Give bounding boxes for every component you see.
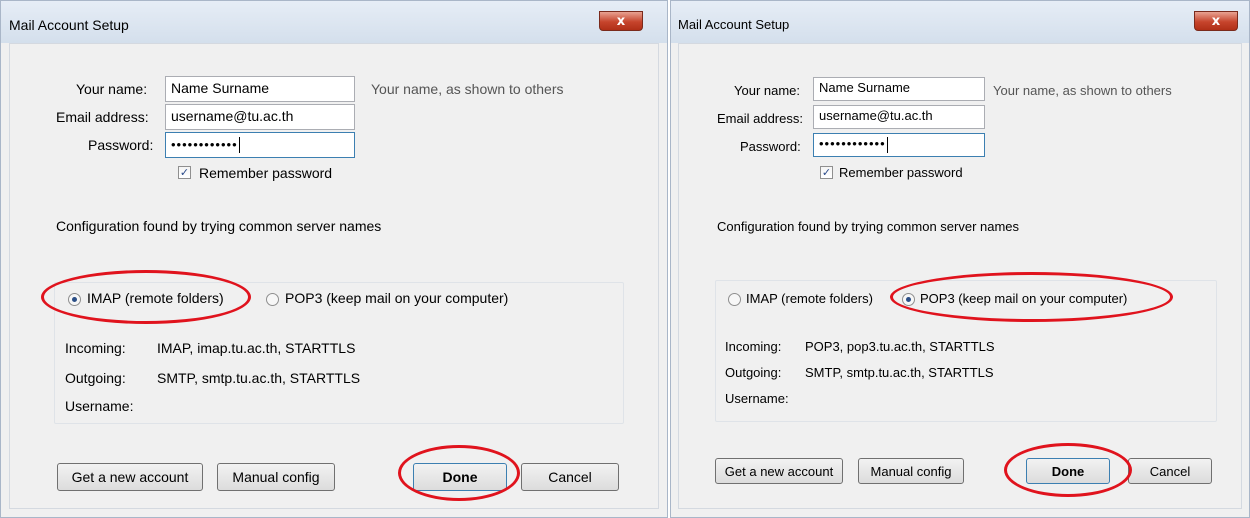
email-address-input[interactable]: username@tu.ac.th [165,104,355,130]
done-button[interactable]: Done [413,463,507,491]
remember-password-label: Remember password [199,165,333,181]
password-value: •••••••••••• [819,136,886,151]
text-caret [886,136,888,153]
username-label: Username: [725,391,789,406]
mail-account-setup-window-left: Mail Account Setup x Your name: Name Sur… [0,0,668,518]
your-name-label: Your name: [76,81,148,97]
incoming-label: Incoming: [65,340,126,356]
outgoing-value: SMTP, smtp.tu.ac.th, STARTTLS [805,365,994,380]
username-label: Username: [65,398,134,414]
imap-radio[interactable] [728,293,741,306]
incoming-value: POP3, pop3.tu.ac.th, STARTTLS [805,339,995,354]
close-icon: x [616,13,626,29]
outgoing-label: Outgoing: [65,370,126,386]
mail-account-setup-window-right: Mail Account Setup x Your name: Name Sur… [670,0,1250,518]
title-bar: Mail Account Setup x [1,1,667,43]
window-title: Mail Account Setup [9,17,129,33]
email-address-label: Email address: [717,111,803,126]
configuration-status: Configuration found by trying common ser… [717,219,1020,234]
your-name-input[interactable]: Name Surname [165,76,355,102]
pop3-radio-label[interactable]: POP3 (keep mail on your computer) [285,290,508,306]
pop3-radio[interactable] [266,293,279,306]
remember-password-checkbox[interactable]: ✓ [178,166,191,179]
pop3-radio[interactable] [902,293,915,306]
email-address-label: Email address: [56,109,149,125]
your-name-hint: Your name, as shown to others [993,83,1172,98]
close-button[interactable]: x [599,11,643,31]
incoming-label: Incoming: [725,339,782,354]
configuration-status: Configuration found by trying common ser… [56,218,382,234]
cancel-button[interactable]: Cancel [521,463,619,491]
get-new-account-button[interactable]: Get a new account [57,463,203,491]
cancel-button[interactable]: Cancel [1128,458,1212,484]
checkmark-icon: ✓ [821,166,832,179]
title-bar: Mail Account Setup x [671,1,1249,43]
password-input[interactable]: •••••••••••• [813,133,985,157]
imap-radio-label[interactable]: IMAP (remote folders) [746,291,873,306]
password-value: •••••••••••• [171,137,238,152]
remember-password-checkbox[interactable]: ✓ [820,166,833,179]
your-name-hint: Your name, as shown to others [371,81,564,97]
incoming-value: IMAP, imap.tu.ac.th, STARTTLS [157,340,356,356]
password-input[interactable]: •••••••••••• [165,132,355,158]
remember-password-label: Remember password [839,165,963,180]
email-address-input[interactable]: username@tu.ac.th [813,105,985,129]
your-name-label: Your name: [734,83,801,98]
close-button[interactable]: x [1194,11,1238,31]
window-title: Mail Account Setup [678,17,790,32]
pop3-radio-label[interactable]: POP3 (keep mail on your computer) [920,291,1127,306]
outgoing-value: SMTP, smtp.tu.ac.th, STARTTLS [157,370,361,386]
manual-config-button[interactable]: Manual config [217,463,335,491]
imap-radio[interactable] [68,293,81,306]
get-new-account-button[interactable]: Get a new account [715,458,843,484]
text-caret [238,137,240,154]
password-label: Password: [88,137,154,153]
outgoing-label: Outgoing: [725,365,782,380]
manual-config-button[interactable]: Manual config [858,458,964,484]
password-label: Password: [740,139,801,154]
close-icon: x [1211,13,1221,29]
imap-radio-label[interactable]: IMAP (remote folders) [87,290,224,306]
your-name-input[interactable]: Name Surname [813,77,985,101]
checkmark-icon: ✓ [179,166,190,179]
done-button[interactable]: Done [1026,458,1110,484]
